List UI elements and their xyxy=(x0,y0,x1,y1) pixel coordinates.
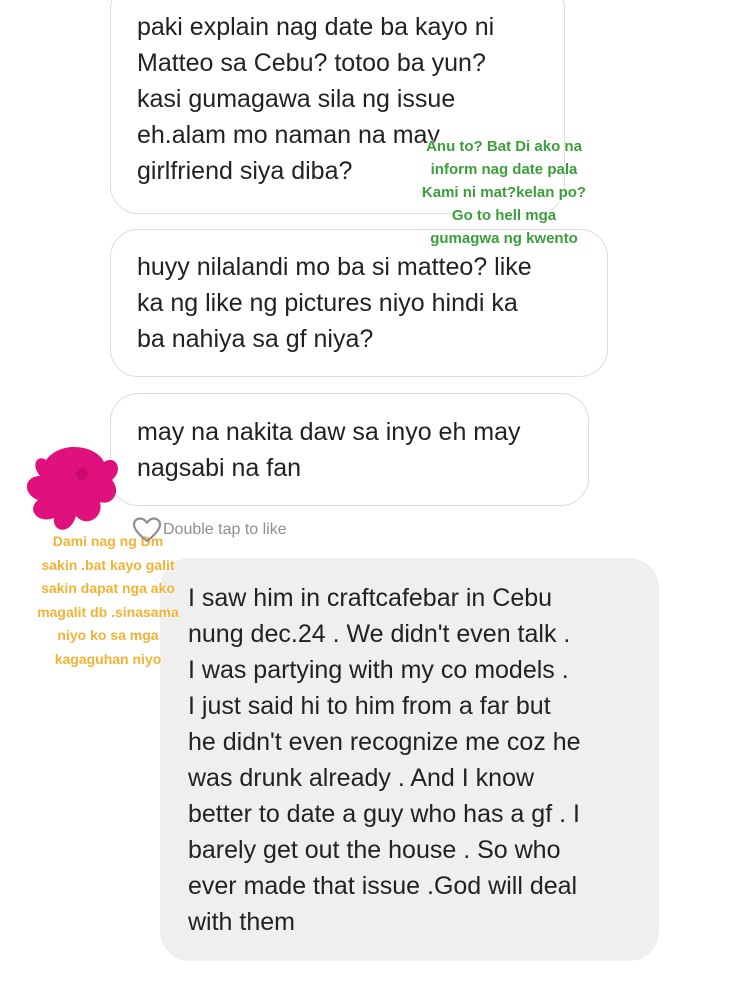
annotation-line: Anu to? Bat Di ako na xyxy=(426,138,582,155)
outgoing-reply-bubble[interactable]: I saw him in craftcafebar in Cebu nung d… xyxy=(160,558,659,961)
reply-text-line: he didn't even recognize me coz he xyxy=(188,728,581,756)
orange-annotation-text: Dami nag ng Dm sakin .bat kayo galit sak… xyxy=(8,530,208,671)
reply-text-line: nung dec.24 . We didn't even talk . xyxy=(188,620,571,648)
reply-text-line: better to date a guy who has a gf . I xyxy=(188,800,580,828)
green-annotation-text: Anu to? Bat Di ako na inform nag date pa… xyxy=(404,135,604,250)
reply-text-line: ever made that issue .God will deal xyxy=(188,872,578,900)
message-text-line: may na nakita daw sa inyo eh may xyxy=(137,418,521,446)
heart-outline-icon[interactable] xyxy=(132,516,162,544)
annotation-line: sakin dapat nga ako xyxy=(41,580,175,596)
reply-text-line: barely get out the house . So who xyxy=(188,836,561,864)
annotation-line: sakin .bat kayo galit xyxy=(41,556,175,573)
annotation-line: Go to hell mga xyxy=(451,207,557,224)
message-text-line: huyy nilalandi mo ba si matteo? like xyxy=(137,253,532,281)
annotation-line: Kami ni mat?kelan po? xyxy=(421,184,587,201)
double-tap-like-label: Double tap to like xyxy=(163,521,287,538)
message-text-line: paki explain nag date ba kayo ni xyxy=(137,13,495,41)
pink-scribble-redaction xyxy=(26,447,118,530)
message-text-line: ka ng like ng pictures niyo hindi ka xyxy=(137,289,518,317)
message-text-line: kasi gumagawa sila ng issue xyxy=(137,85,456,113)
reply-text-line: I saw him in craftcafebar in Cebu xyxy=(188,584,553,612)
annotation-line: kagaguhan niyo xyxy=(54,650,162,667)
annotation-line: gumagwa ng kwento xyxy=(430,230,578,247)
message-text-line: Matteo sa Cebu? totoo ba yun? xyxy=(137,49,486,77)
message-text-line: nagsabi na fan xyxy=(137,454,302,482)
reply-text-line: I just said hi to him from a far but xyxy=(188,692,551,720)
reply-text-line: was drunk already . And I know xyxy=(188,764,535,792)
reply-text-line: I was partying with my co models . xyxy=(188,656,569,684)
message-text-line: ba nahiya sa gf niya? xyxy=(137,325,374,353)
annotation-line: niyo ko sa mga xyxy=(57,627,159,643)
incoming-message-bubble[interactable]: huyy nilalandi mo ba si matteo? like ka … xyxy=(110,229,608,377)
reply-text-line: with them xyxy=(188,908,295,936)
incoming-message-bubble[interactable]: may na nakita daw sa inyo eh may nagsabi… xyxy=(110,393,589,506)
annotation-line: inform nag date pala xyxy=(430,161,578,178)
annotation-line: magalit db .sinasama xyxy=(37,603,179,620)
chat-screen: paki explain nag date ba kayo ni Matteo … xyxy=(0,0,734,992)
double-tap-like-hint[interactable]: Double tap to like xyxy=(132,515,287,545)
